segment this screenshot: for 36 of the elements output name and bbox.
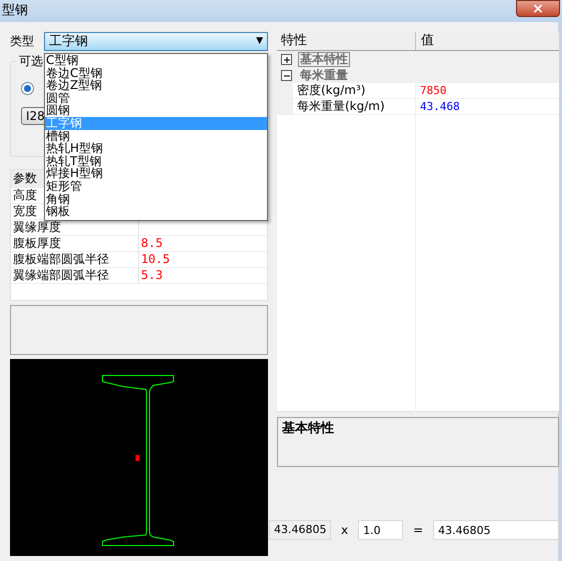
property-value: 43.468: [419, 99, 460, 114]
table-cell-text: 8.5: [140, 236, 163, 251]
table-cell-text: 5.3: [140, 268, 163, 283]
table-cell: 翼缘端部圆弧半径: [11, 268, 139, 283]
expand-icon[interactable]: [281, 54, 292, 64]
property-name: 密度(kg/m³): [277, 83, 416, 98]
group-title: 可选: [17, 54, 45, 68]
table-cell-text: 10.5: [140, 252, 170, 267]
times-sign: x: [341, 522, 348, 538]
dropdown-option[interactable]: 热轧H型钢: [45, 142, 267, 155]
equals-sign: =: [413, 522, 424, 538]
category-row[interactable]: 基本特性: [298, 52, 350, 66]
property-name: 每米重量(kg/m): [277, 99, 416, 114]
radio-button[interactable]: [21, 82, 34, 95]
weight-field: 43.46805: [269, 520, 331, 540]
column-header: 特性: [277, 32, 416, 50]
dropdown-option[interactable]: 圆管: [45, 92, 267, 104]
category-row[interactable]: 每米重量: [298, 68, 350, 82]
collapse-icon[interactable]: [281, 70, 292, 80]
table-cell: 腹板端部圆弧半径: [11, 252, 139, 267]
dropdown-option[interactable]: C型钢: [45, 54, 267, 67]
dropdown-option[interactable]: 热轧T型钢: [45, 154, 267, 168]
caret-icon: ▼: [256, 36, 263, 47]
description-panel: 基本特性: [277, 417, 560, 467]
window-title: 型钢: [2, 3, 28, 19]
dropdown-option[interactable]: 卷边Z型钢: [45, 79, 267, 92]
factor-field[interactable]: 1.0: [358, 520, 404, 540]
marker: [136, 455, 140, 461]
type-dropdown[interactable]: 工字钢 ▼: [44, 32, 268, 51]
dropdown-option[interactable]: 卷边C型钢: [45, 66, 267, 80]
type-label: 类型: [10, 34, 34, 49]
table-cell: 腹板厚度: [11, 236, 139, 251]
dropdown-option[interactable]: 槽钢: [45, 130, 267, 142]
property-value: 7850: [419, 83, 446, 98]
result-field[interactable]: 43.46805: [433, 520, 560, 540]
column-header: 值: [420, 32, 434, 50]
